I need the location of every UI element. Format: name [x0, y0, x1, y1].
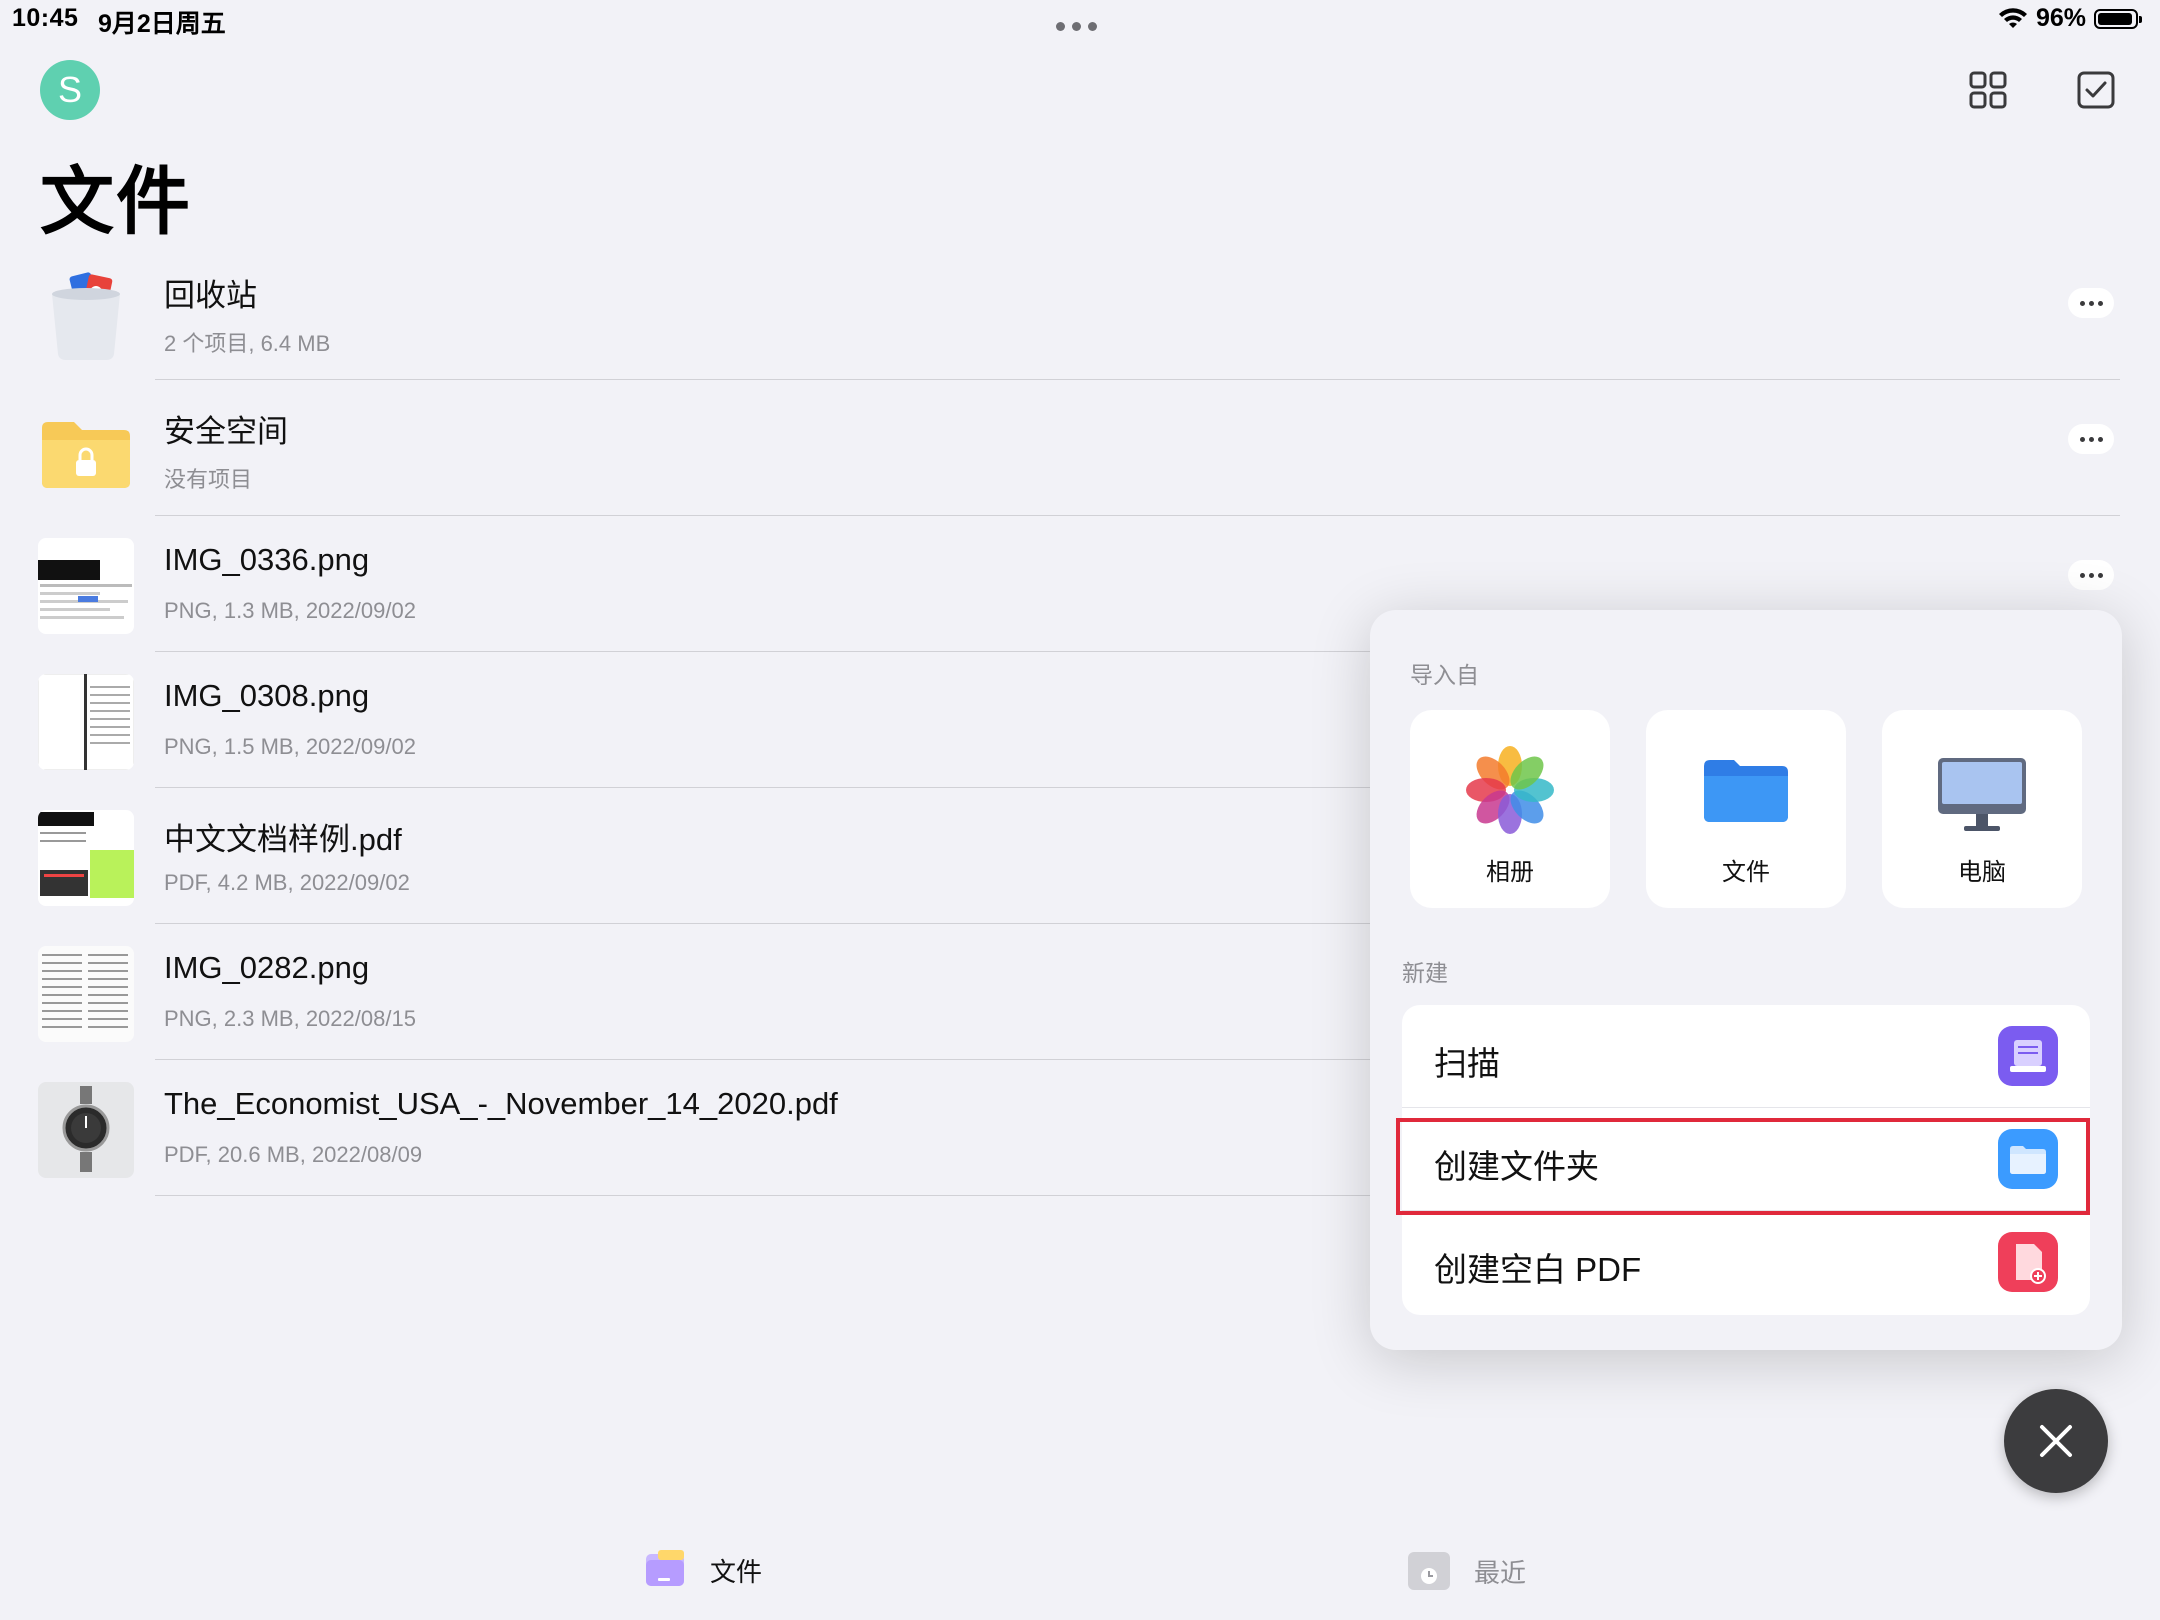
pdf-icon [1998, 1232, 2058, 1292]
import-source-label: 电脑 [1958, 859, 2006, 886]
import-section-label: 导入自 [1410, 662, 1479, 688]
file-meta: PNG, 1.3 MB, 2022/09/02 [164, 598, 416, 623]
import-files-button[interactable]: 文件 [1646, 710, 1846, 908]
file-meta: PNG, 2.3 MB, 2022/08/15 [164, 1006, 416, 1031]
pdf-thumbnail [38, 1082, 134, 1178]
file-name: IMG_0308.png [164, 678, 370, 713]
create-blank-pdf-button[interactable]: 创建空白 PDF [1402, 1211, 2090, 1314]
file-name: 中文文档样例.pdf [164, 822, 402, 857]
import-source-label: 相册 [1486, 859, 1534, 886]
close-icon [2040, 1425, 2072, 1457]
import-photos-button[interactable]: 相册 [1410, 710, 1610, 908]
close-button[interactable] [2004, 1389, 2108, 1493]
trash-icon [38, 266, 134, 362]
more-options-button[interactable] [2068, 288, 2114, 318]
file-row-trash[interactable]: 回收站 2 个项目, 6.4 MB [0, 244, 2160, 380]
image-thumbnail [38, 674, 134, 770]
recent-clock-icon [1408, 1552, 1450, 1590]
file-row-secure-space[interactable]: 安全空间 没有项目 [0, 380, 2160, 516]
file-name: 回收站 [164, 278, 257, 313]
tab-label: 最近 [1474, 1557, 1527, 1588]
file-meta: 2 个项目, 6.4 MB [164, 331, 331, 356]
computer-icon [1938, 758, 2026, 831]
add-menu-popup: 导入自 相册 文件 电脑 新建 扫描 创建文件夹 创建空白 PDF [1370, 610, 2122, 1350]
status-time: 10:45 [12, 4, 79, 32]
status-indicators: 96% [1998, 4, 2142, 33]
scan-button[interactable]: 扫描 [1402, 1005, 2090, 1108]
battery-percent: 96% [2035, 4, 2086, 32]
file-name: The_Economist_USA_-_November_14_2020.pdf [164, 1086, 838, 1121]
menu-item-label: 创建空白 PDF [1434, 1251, 1642, 1288]
file-name: IMG_0336.png [164, 542, 370, 577]
highlight-box [1396, 1118, 2090, 1215]
tab-recent[interactable]: 最近 [1406, 1550, 1526, 1592]
import-computer-button[interactable]: 电脑 [1882, 710, 2082, 908]
files-tab-icon [646, 1550, 684, 1586]
photos-icon [1466, 746, 1554, 834]
status-date: 9月2日周五 [98, 10, 226, 38]
import-source-label: 文件 [1722, 859, 1770, 886]
image-thumbnail [38, 538, 134, 634]
image-thumbnail [38, 946, 134, 1042]
files-folder-icon [1704, 760, 1788, 822]
select-checkbox-icon[interactable] [2074, 68, 2118, 112]
file-meta: PNG, 1.5 MB, 2022/09/02 [164, 734, 416, 759]
battery-icon [2094, 8, 2142, 29]
scan-icon [1998, 1026, 2058, 1086]
secure-folder-icon [38, 402, 134, 498]
tab-files[interactable]: 文件 [642, 1550, 762, 1590]
file-meta: 没有项目 [164, 467, 253, 492]
pdf-thumbnail [38, 810, 134, 906]
file-name: IMG_0282.png [164, 950, 370, 985]
menu-item-label: 扫描 [1434, 1045, 1500, 1082]
new-section-label: 新建 [1402, 960, 1448, 986]
more-options-button[interactable] [2068, 424, 2114, 454]
avatar[interactable]: S [40, 60, 100, 120]
more-options-button[interactable] [2068, 560, 2114, 590]
file-meta: PDF, 4.2 MB, 2022/09/02 [164, 870, 410, 895]
page-title: 文件 [40, 160, 192, 243]
wifi-icon [1998, 7, 2027, 28]
multitasking-dots-icon[interactable] [1056, 22, 1097, 31]
file-meta: PDF, 20.6 MB, 2022/08/09 [164, 1142, 423, 1167]
grid-view-icon[interactable] [1966, 68, 2010, 112]
file-name: 安全空间 [164, 414, 288, 449]
tab-label: 文件 [710, 1556, 763, 1587]
